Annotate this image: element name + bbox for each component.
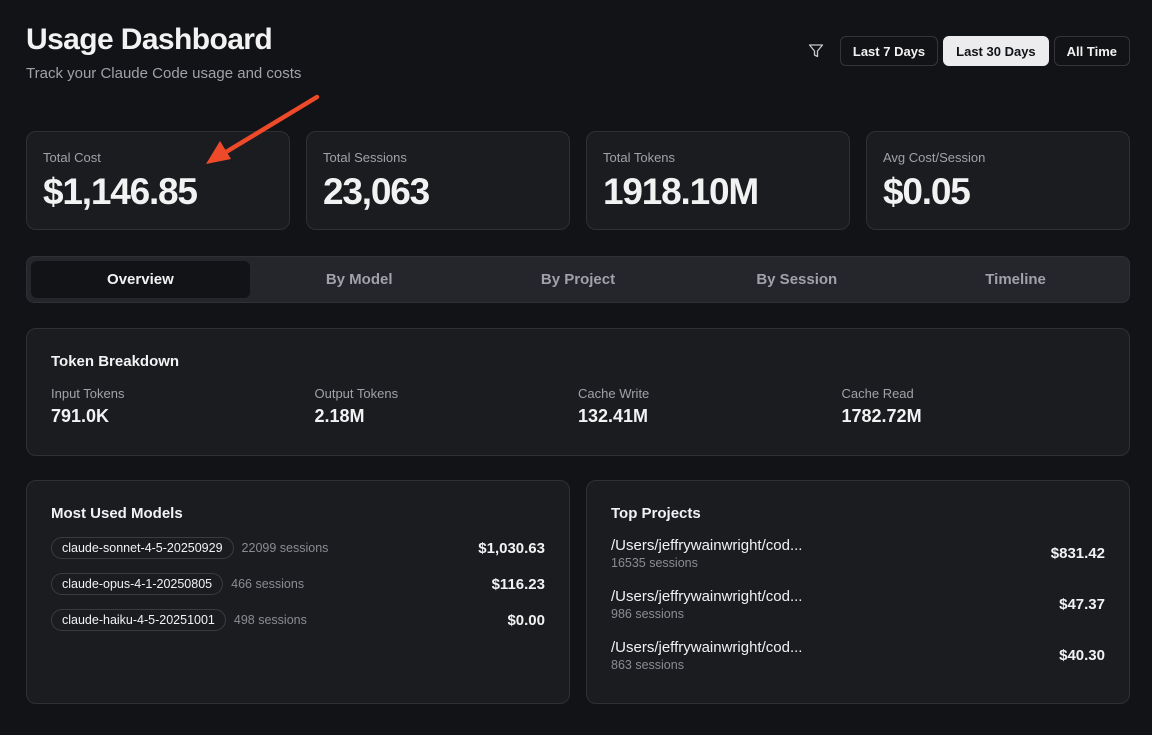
model-cost: $116.23 xyxy=(491,575,545,593)
panel-title: Top Projects xyxy=(611,505,701,522)
session-count: 498 sessions xyxy=(233,613,307,627)
list-item: claude-opus-4-1-20250805 466 sessions $1… xyxy=(51,566,545,602)
stat-label: Total Sessions xyxy=(323,150,407,165)
range-last-30-days-button[interactable]: Last 30 Days xyxy=(943,36,1049,66)
model-badge: claude-opus-4-1-20250805 xyxy=(51,573,224,595)
stat-value: $1,146.85 xyxy=(43,171,198,212)
tab-timeline[interactable]: Timeline xyxy=(906,261,1125,298)
range-last-7-days-button[interactable]: Last 7 Days xyxy=(839,36,939,66)
top-projects-panel: Top Projects /Users/jeffrywainwright/cod… xyxy=(586,480,1130,704)
model-badge: claude-haiku-4-5-20251001 xyxy=(51,609,226,631)
range-all-time-button[interactable]: All Time xyxy=(1053,36,1130,66)
stat-value: $0.05 xyxy=(883,171,971,212)
tab-by-session[interactable]: By Session xyxy=(687,261,906,298)
model-badge: claude-sonnet-4-5-20250929 xyxy=(51,537,234,559)
list-item: /Users/jeffrywainwright/cod... 863 sessi… xyxy=(611,630,1105,681)
list-item: /Users/jeffrywainwright/cod... 16535 ses… xyxy=(611,528,1105,579)
stat-label: Total Cost xyxy=(43,150,101,165)
most-used-models-panel: Most Used Models claude-sonnet-4-5-20250… xyxy=(26,480,570,704)
token-metric-cache-read: Cache Read 1782.72M xyxy=(842,386,1106,427)
metric-value: 791.0K xyxy=(51,406,110,426)
tab-bar: Overview By Model By Project By Session … xyxy=(26,256,1130,303)
token-metric-output: Output Tokens 2.18M xyxy=(315,386,579,427)
metric-label: Cache Read xyxy=(841,386,914,401)
project-path: /Users/jeffrywainwright/cod... xyxy=(611,537,803,554)
stat-card-total-tokens: Total Tokens 1918.10M xyxy=(586,131,850,230)
stat-card-avg-cost-session: Avg Cost/Session $0.05 xyxy=(866,131,1130,230)
metric-label: Output Tokens xyxy=(314,386,399,401)
project-cost: $40.30 xyxy=(1059,647,1105,664)
stat-value: 23,063 xyxy=(323,171,430,212)
stat-card-total-sessions: Total Sessions 23,063 xyxy=(306,131,570,230)
session-count: 466 sessions xyxy=(231,577,305,591)
project-cost: $47.37 xyxy=(1059,596,1105,613)
stat-card-total-cost: Total Cost $1,146.85 xyxy=(26,131,290,230)
project-path: /Users/jeffrywainwright/cod... xyxy=(611,639,803,656)
model-cost: $0.00 xyxy=(507,611,545,629)
stats-row: Total Cost $1,146.85 Total Sessions 23,0… xyxy=(26,131,1130,230)
list-item: claude-sonnet-4-5-20250929 22099 session… xyxy=(51,530,545,566)
page-header: Usage Dashboard Track your Claude Code u… xyxy=(26,22,301,82)
page-title: Usage Dashboard xyxy=(26,23,273,56)
page-subtitle: Track your Claude Code usage and costs xyxy=(26,65,302,82)
metric-label: Input Tokens xyxy=(51,386,125,401)
list-item: /Users/jeffrywainwright/cod... 986 sessi… xyxy=(611,579,1105,630)
stat-value: 1918.10M xyxy=(603,171,759,212)
date-range-filter: Last 7 Days Last 30 Days All Time xyxy=(803,36,1130,66)
session-count: 16535 sessions xyxy=(611,556,698,570)
project-path: /Users/jeffrywainwright/cod... xyxy=(611,588,803,605)
session-count: 863 sessions xyxy=(611,658,684,672)
stat-label: Avg Cost/Session xyxy=(883,150,986,165)
metric-value: 1782.72M xyxy=(841,406,922,426)
metric-value: 2.18M xyxy=(314,406,365,426)
metric-label: Cache Write xyxy=(578,386,650,401)
filter-icon[interactable] xyxy=(803,36,829,66)
project-cost: $831.42 xyxy=(1050,545,1105,562)
token-metric-input: Input Tokens 791.0K xyxy=(51,386,315,427)
token-breakdown-panel: Token Breakdown Input Tokens 791.0K Outp… xyxy=(26,328,1130,456)
model-cost: $1,030.63 xyxy=(478,539,545,557)
panel-title: Token Breakdown xyxy=(51,353,180,370)
session-count: 22099 sessions xyxy=(241,541,329,555)
list-item: claude-haiku-4-5-20251001 498 sessions $… xyxy=(51,602,545,638)
panel-title: Most Used Models xyxy=(51,505,183,522)
token-metric-cache-write: Cache Write 132.41M xyxy=(578,386,842,427)
metric-value: 132.41M xyxy=(578,406,649,426)
tab-overview[interactable]: Overview xyxy=(31,261,250,298)
tab-by-model[interactable]: By Model xyxy=(250,261,469,298)
session-count: 986 sessions xyxy=(611,607,684,621)
tab-by-project[interactable]: By Project xyxy=(469,261,688,298)
stat-label: Total Tokens xyxy=(603,150,676,165)
